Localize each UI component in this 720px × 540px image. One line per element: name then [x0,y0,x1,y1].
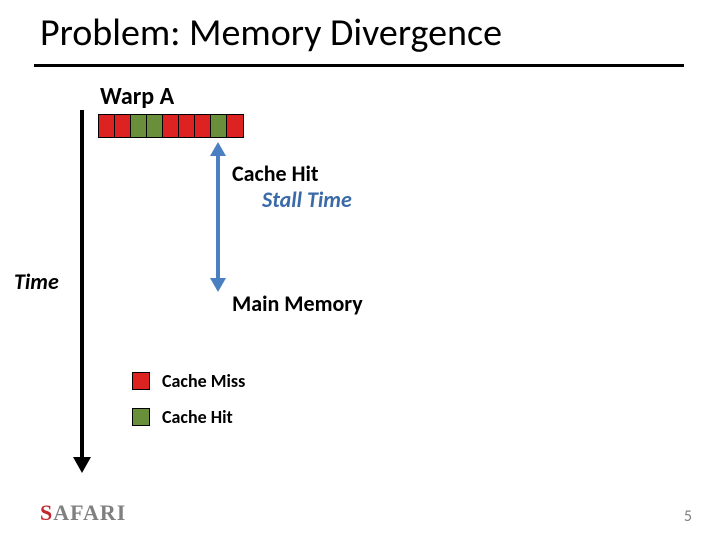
title-underline [34,64,684,67]
warp-a-strip [98,114,244,138]
legend: Cache Miss Cache Hit [132,370,245,442]
logo-rest: AFARI [53,500,126,525]
cache-hit-annotation: Cache Hit [232,160,318,187]
warp-cell [131,115,147,137]
warp-cell [163,115,179,137]
legend-row-miss: Cache Miss [132,370,245,392]
time-axis-label: Time [14,268,59,295]
main-memory-annotation: Main Memory [232,290,363,317]
safari-logo: SAFARI [40,500,126,526]
legend-label-hit: Cache Hit [162,406,233,428]
warp-a-label: Warp A [100,82,174,111]
legend-swatch-miss [132,372,150,390]
logo-s: S [40,500,53,525]
warp-cell [227,115,243,137]
warp-cell [115,115,131,137]
warp-cell [211,115,227,137]
warp-cell [147,115,163,137]
legend-swatch-hit [132,408,150,426]
stall-time-arrow [216,154,220,280]
legend-row-hit: Cache Hit [132,406,245,428]
warp-cell [179,115,195,137]
page-number: 5 [684,507,692,526]
stall-time-annotation: Stall Time [262,186,352,213]
warp-cell [99,115,115,137]
warp-cell [195,115,211,137]
slide-title: Problem: Memory Divergence [40,10,502,56]
legend-label-miss: Cache Miss [162,370,245,392]
